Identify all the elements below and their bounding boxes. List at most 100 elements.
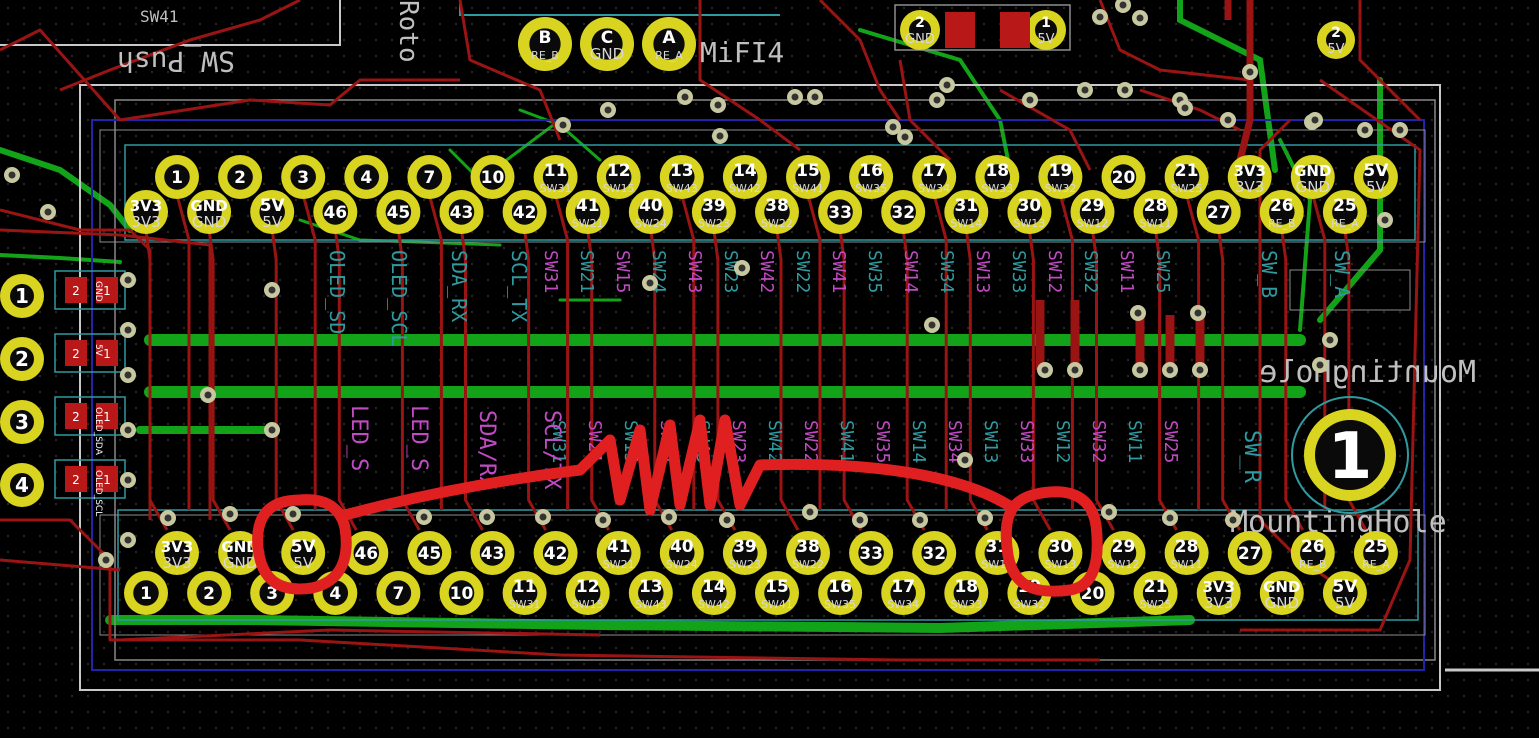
header-top-b-pad-18-number: 26 [1270,196,1294,216]
header-top-b-pad-13: 31SW14 [944,190,989,234]
rotated-label-oled-scl: OLED_SCL [387,250,411,346]
via-40 [939,77,955,93]
fab-label-lower-sw41: SW41 [836,420,857,463]
header-bottom-b-pad-8: 13SW43 [628,571,673,615]
header-top-b-pad-8: 40SW24 [628,190,673,234]
fab-label-sw15: SW15 [612,250,633,293]
header-bottom-a-pad-14-number: 30 [1049,537,1073,557]
header-top-b-pad-7-net: SW21 [572,217,604,230]
rotated-label-sw-a: SW_A [1330,250,1354,298]
header-top-a-pad-13-net: SW33 [981,182,1013,195]
fab-label-sw11: SW11 [1116,250,1137,293]
via-24 [1190,305,1206,321]
left-pad-3: 3 [0,400,44,444]
header-top-b-pad-1: GNDGND [187,190,232,234]
top-small-pads: 2 GND 1 5V 2 5V [900,10,1355,59]
header-bottom-a-pad-6: 42 [533,531,578,575]
header-bottom-a-pad-9: 39SW23 [722,531,767,575]
left-pad-4: 4 [0,463,44,507]
via-39 [929,92,945,108]
header-top-b-pad-10-number: 38 [765,196,789,216]
header-top-a-pad-6: 11SW31 [533,155,578,199]
rotary-pad-0-number: B [539,28,552,48]
via-38 [897,129,913,145]
via-30 [555,117,571,133]
header-top-a-pad-6-net: SW31 [540,182,572,195]
rotary-pad-1-net: GND [590,45,624,63]
header-top-a-pad-10-number: 15 [796,161,820,181]
header-top-a-pad-0-number: 1 [171,168,183,188]
header-top-a-pad-14-number: 19 [1049,161,1073,181]
header-bottom-b-pad-1: 2 [187,571,232,615]
resistor-pad-b: 1 [103,347,111,361]
header-bottom-a-pad-10-number: 38 [796,537,820,557]
header-bottom-a-pad-17: 27 [1227,531,1272,575]
via-12 [977,510,993,526]
fab-label-sw25: SW25 [1152,250,1173,293]
header-bottom-a-pad-8: 40SW24 [659,531,704,575]
header-top-a-pad-14-net: SW32 [1044,182,1076,195]
fab-label-sw32: SW32 [1080,250,1101,293]
header-top-b-pad-16: 28SW11 [1133,190,1178,234]
fab-label-sw34: SW34 [936,250,957,293]
via-61 [120,322,136,338]
via-42 [1077,82,1093,98]
header-top-a-pad-7-number: 12 [607,161,631,181]
header-bottom-a-pad-4: 45 [407,531,452,575]
header-bottom-b-pad-11: 16SW35 [818,571,863,615]
via-11 [912,512,928,528]
pcb-view: SW31 SW31 SW21 SW21 SW15 SW15 SW24 SW24 SW43 SW43… [0,0,1539,691]
header-top-b-pad-17-number: 27 [1207,203,1231,223]
header-bottom-b-pad-1-number: 2 [203,584,215,604]
header-bottom-b-pad-14-net: SW32 [1013,598,1045,611]
header-top-b-pad-5: 43 [439,190,484,234]
via-54 [1307,112,1323,128]
header-top-a-pad-12-net: SW34 [918,182,950,195]
header-bottom-b-pad-7: 12SW15 [565,571,610,615]
header-top-b-pad-6: 42 [502,190,547,234]
via-33 [710,97,726,113]
header-top-a-pad-16-number: 21 [1175,161,1199,181]
header-bottom-a-pad-2-net: 5V [293,554,314,572]
via-8 [719,512,735,528]
via-55 [1322,332,1338,348]
smd-resistor-top-2 [1000,12,1030,48]
via-36 [807,89,823,105]
header-bottom-a-pad-17-number: 27 [1238,544,1262,564]
via-56 [1377,212,1393,228]
via-49 [1220,112,1236,128]
header-bottom-a-pad-11: 33 [849,531,894,575]
header-bottom-b-pad-17-net: 3V3 [1204,594,1233,612]
via-60 [120,272,136,288]
header-bottom-a-pad-8-number: 40 [670,537,694,557]
header-bottom-a-pad-18: 26RE_B [1290,531,1335,575]
via-23 [1130,305,1146,321]
header-bottom-b-pad-13-net: SW33 [950,598,982,611]
svg-text:1: 1 [1041,15,1051,31]
resistor-pad-a: 2 [72,410,80,424]
via-19 [734,260,750,276]
header-bottom-a-pad-7: 41SW21 [596,531,641,575]
left-connector-pads: 1 2 3 4 [0,274,44,507]
resistor-pad-a: 2 [72,347,80,361]
header-bottom-a-pad-19-number: 25 [1364,537,1388,557]
fab-label-lower-sw42: SW42 [764,420,785,463]
header-top-a-pad-7: 12SW15 [596,155,641,199]
right-five-volt-pad: 2 5V [1317,21,1355,59]
header-bottom-b-pad-9-net: SW42 [698,598,730,611]
fab-label-sw35: SW35 [864,250,885,293]
header-top-b-pad-10-net: SW22 [761,217,793,230]
left-pad-2: 2 [0,337,44,381]
via-27 [1132,362,1148,378]
left-pad-number: 1 [15,284,29,308]
header-bottom-b-pad-12: 17SW34 [881,571,926,615]
header-bottom-a-pad-3-number: 46 [354,544,378,564]
via-35 [787,89,803,105]
rotary-pad-0: BRE_B [518,17,572,71]
mounting-hole: 1 [1291,396,1409,514]
header-bottom-a-pad-2: 5V5V [281,531,326,575]
header-bottom-b-pad-10-net: SW41 [761,598,793,611]
header-bottom-b-pad-11-number: 16 [828,577,852,597]
fab-label-sw21: SW21 [576,250,597,293]
rotary-pad-1: CGND [580,17,634,71]
